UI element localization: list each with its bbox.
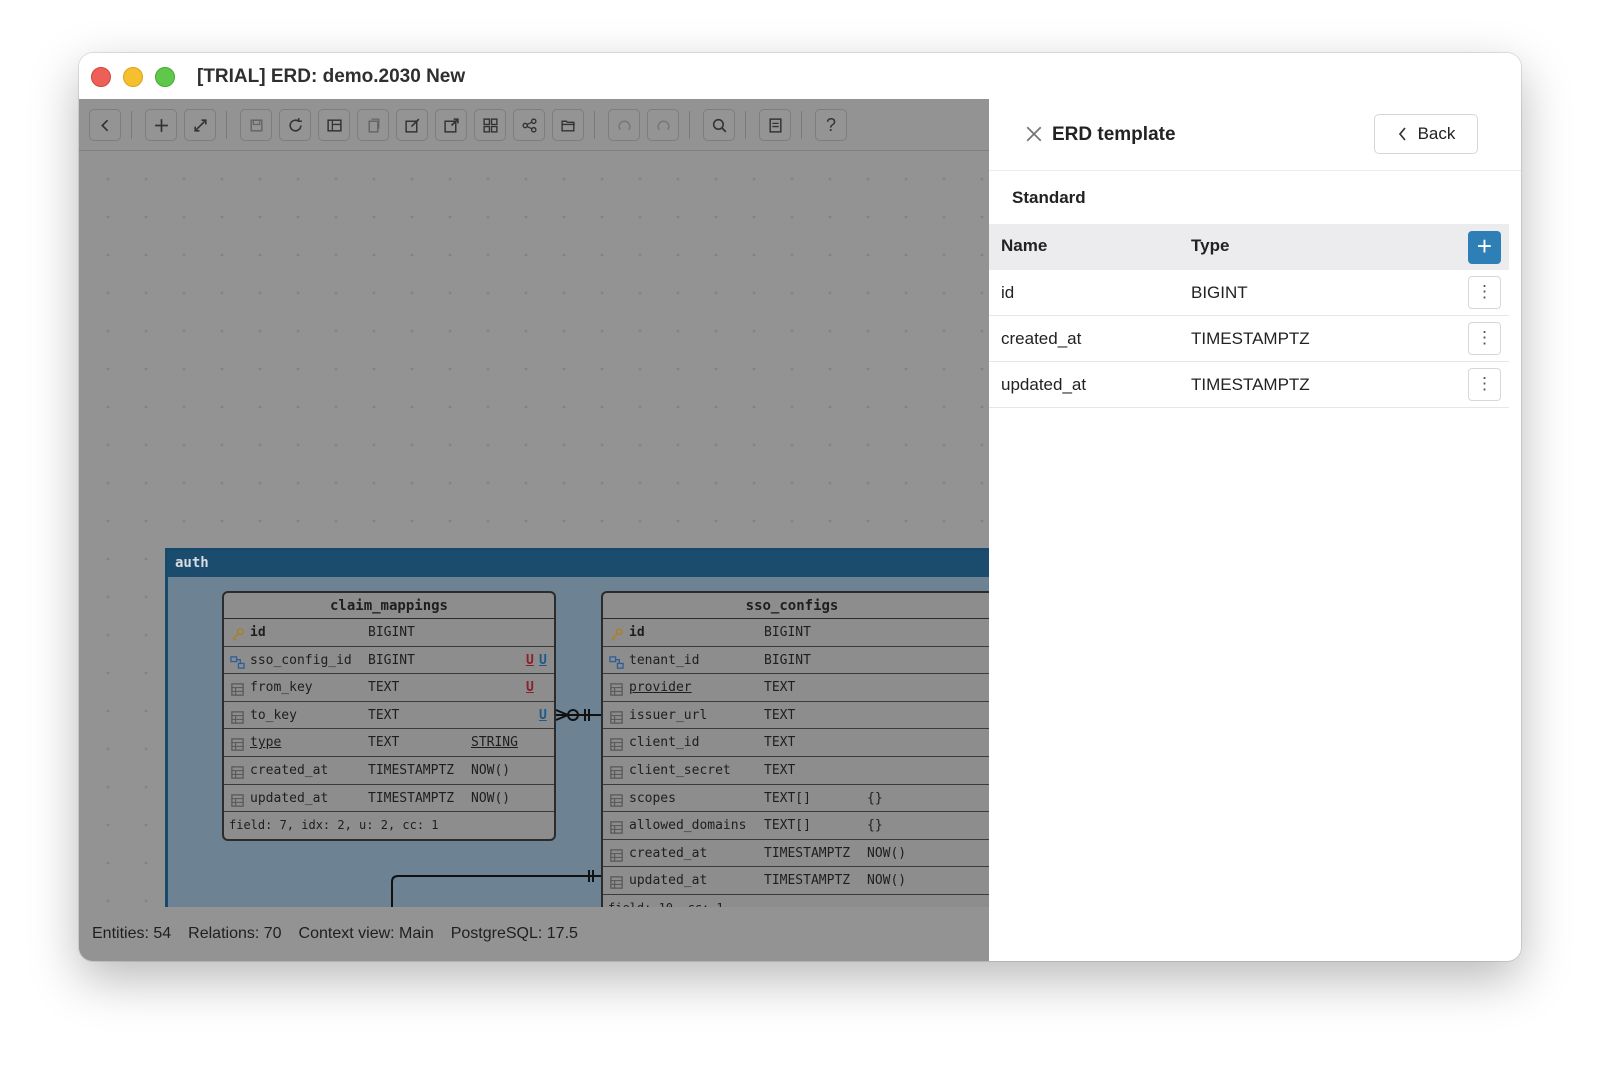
- refresh-icon[interactable]: [279, 109, 311, 141]
- back-icon[interactable]: [89, 109, 121, 141]
- toolbar: ?: [79, 99, 989, 151]
- grid-icon[interactable]: [474, 109, 506, 141]
- undo-icon[interactable]: [608, 109, 640, 141]
- more-options-button[interactable]: ⋮: [1468, 276, 1501, 309]
- link-icon[interactable]: [184, 109, 216, 141]
- add-icon[interactable]: [145, 109, 177, 141]
- status-db: PostgreSQL: 17.5: [450, 925, 578, 942]
- template-row[interactable]: updated_at TIMESTAMPTZ ⋮: [989, 362, 1509, 408]
- back-button-label: Back: [1417, 124, 1456, 143]
- template-column-name: created_at: [1001, 329, 1082, 348]
- template-row[interactable]: id BIGINT ⋮: [989, 270, 1509, 316]
- template-row[interactable]: created_at TIMESTAMPTZ ⋮: [989, 316, 1509, 362]
- schema-group-auth[interactable]: auth claim_mappings id BIGINT sso_config_i…: [165, 548, 989, 961]
- title-bar: [TRIAL] ERD: demo.2030 New: [79, 53, 1521, 99]
- layout-icon[interactable]: [318, 109, 350, 141]
- erd-pane: ? auth claim_mappings id BIGINT sso_config…: [79, 99, 989, 961]
- save-icon[interactable]: [240, 109, 272, 141]
- close-window-button[interactable]: [91, 67, 111, 87]
- export-icon[interactable]: [435, 109, 467, 141]
- template-column-type: BIGINT: [1191, 283, 1248, 302]
- panel-title: ERD template: [1052, 124, 1176, 145]
- share-icon[interactable]: [513, 109, 545, 141]
- template-column-type: TIMESTAMPTZ: [1191, 375, 1310, 394]
- relation-claim-to-sso: [555, 709, 601, 721]
- status-entities: Entities: 54: [92, 925, 172, 942]
- status-context: Context view: Main: [298, 925, 434, 942]
- app-window: [TRIAL] ERD: demo.2030 New ? auth claim_…: [79, 53, 1521, 961]
- template-column-type: TIMESTAMPTZ: [1191, 329, 1310, 348]
- close-icon[interactable]: [1025, 125, 1043, 143]
- more-options-button[interactable]: ⋮: [1468, 322, 1501, 355]
- zoom-window-button[interactable]: [155, 67, 175, 87]
- column-header-type: Type: [1191, 236, 1230, 255]
- minimize-window-button[interactable]: [123, 67, 143, 87]
- panel-header: ERD template Back: [989, 99, 1521, 171]
- erd-template-panel: ERD template Back Standard Name Type + i…: [989, 99, 1521, 961]
- status-relations: Relations: 70: [188, 925, 282, 942]
- status-bar: Entities: 54 Relations: 70 Context view:…: [79, 907, 989, 961]
- template-column-name: updated_at: [1001, 375, 1087, 394]
- edit-icon[interactable]: [396, 109, 428, 141]
- open-folder-icon[interactable]: [552, 109, 584, 141]
- column-header-name: Name: [1001, 236, 1048, 255]
- table-header: Name Type +: [989, 224, 1509, 270]
- help-icon[interactable]: ?: [815, 109, 847, 141]
- more-options-button[interactable]: ⋮: [1468, 368, 1501, 401]
- back-button[interactable]: Back: [1374, 114, 1478, 154]
- add-column-button[interactable]: +: [1468, 231, 1501, 264]
- chevron-left-icon: [1398, 127, 1406, 141]
- search-icon[interactable]: [703, 109, 735, 141]
- diagram-canvas[interactable]: auth claim_mappings id BIGINT sso_config_i…: [79, 152, 989, 961]
- window-title: [TRIAL] ERD: demo.2030 New: [197, 66, 466, 87]
- relation-lines: [385, 709, 601, 948]
- copy-icon[interactable]: [357, 109, 389, 141]
- template-column-name: id: [1001, 283, 1015, 302]
- redo-icon[interactable]: [647, 109, 679, 141]
- note-icon[interactable]: [759, 109, 791, 141]
- section-title: Standard: [1012, 188, 1086, 207]
